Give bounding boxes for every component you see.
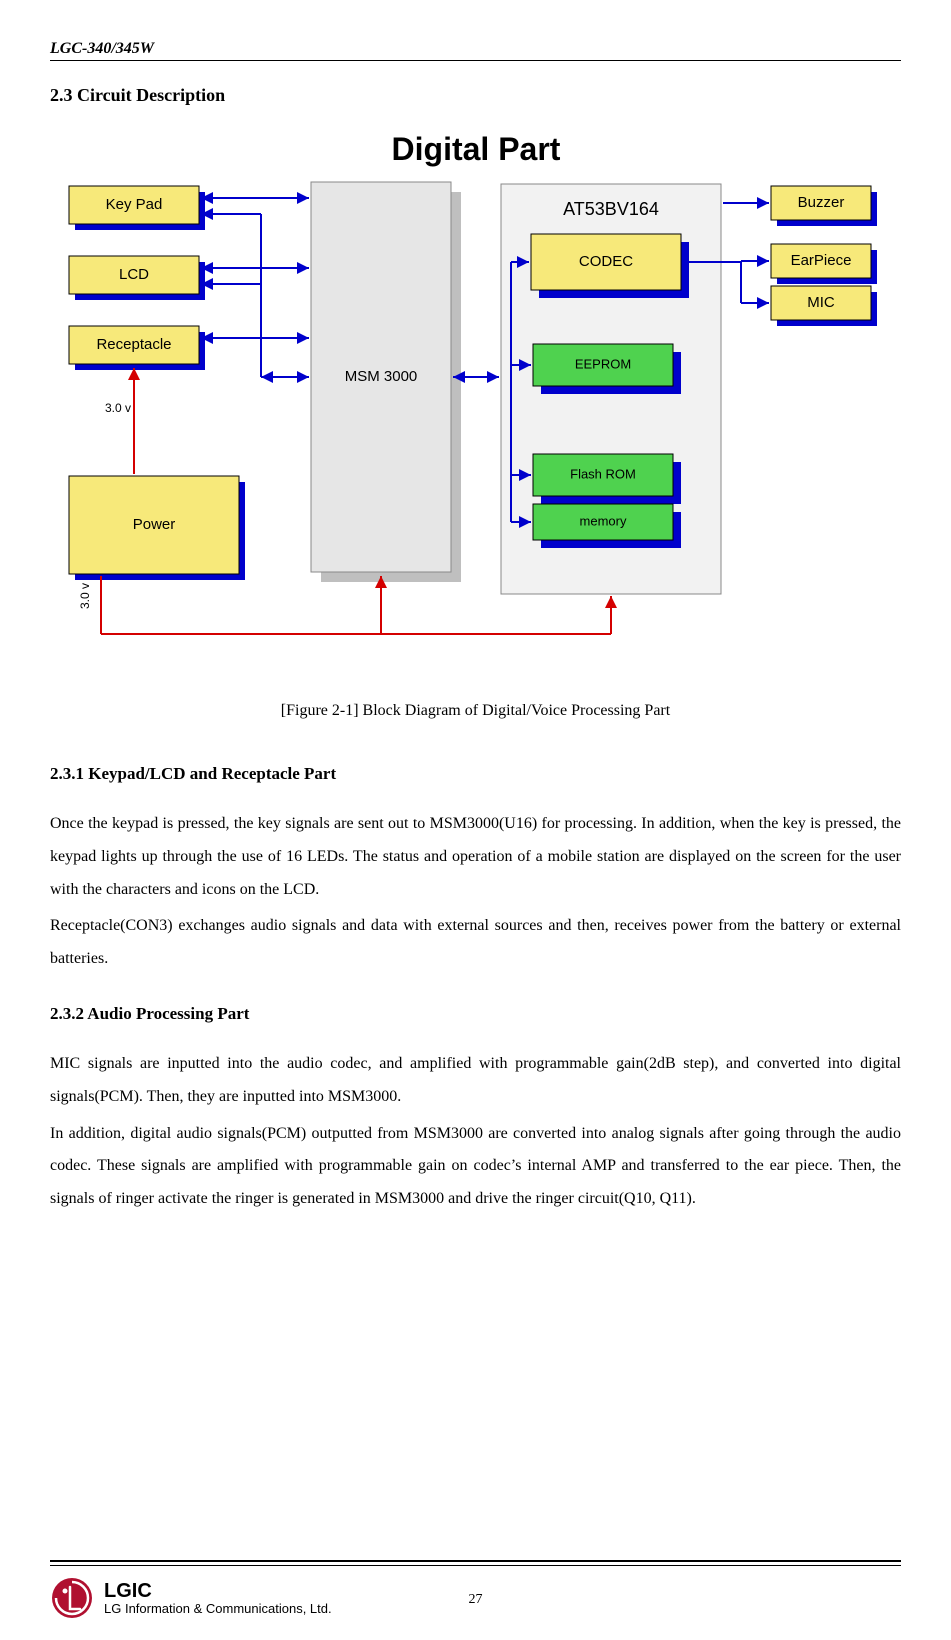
diagram-title: Digital Part — [391, 134, 560, 167]
figure-caption: [Figure 2-1] Block Diagram of Digital/Vo… — [50, 702, 901, 720]
earpiece-box: EarPiece — [790, 252, 851, 269]
footer-lgic: LGIC — [104, 1581, 332, 1601]
page-footer: LGIC LG Information & Communications, Lt… — [50, 1560, 901, 1620]
msm-box: MSM 3000 — [344, 368, 417, 385]
footer-rule-1 — [50, 1560, 901, 1562]
lcd-box: LCD — [118, 266, 148, 283]
codec-box: CODEC — [578, 253, 632, 270]
footer-rule-2 — [50, 1565, 901, 1566]
subsection1-title: 2.3.1 Keypad/LCD and Receptacle Part — [50, 764, 901, 784]
memory-box: memory — [579, 513, 626, 528]
subsection1-p2: Receptacle(CON3) exchanges audio signals… — [50, 910, 901, 976]
mic-box: MIC — [807, 294, 835, 311]
receptacle-box: Receptacle — [96, 336, 171, 353]
flash-box: Flash ROM — [570, 466, 636, 481]
subsection1-body: Once the keypad is pressed, the key sign… — [50, 808, 901, 976]
block-diagram: Digital Part Key Pad LCD Receptacle Powe… — [50, 134, 901, 674]
volt-label-1: 3.0 v — [105, 401, 131, 415]
subsection2-title: 2.3.2 Audio Processing Part — [50, 1004, 901, 1024]
chip-label: AT53BV164 — [563, 199, 659, 219]
power-box: Power — [132, 516, 175, 533]
footer-company: LG Information & Communications, Ltd. — [104, 1601, 332, 1616]
section-title: 2.3 Circuit Description — [50, 85, 901, 106]
buzzer-box: Buzzer — [797, 194, 844, 211]
header-rule — [50, 60, 901, 61]
subsection1-p1: Once the keypad is pressed, the key sign… — [50, 808, 901, 906]
page-number: 27 — [469, 1592, 483, 1608]
keypad-box: Key Pad — [105, 196, 162, 213]
subsection2-p1: MIC signals are inputted into the audio … — [50, 1048, 901, 1114]
subsection2-p2: In addition, digital audio signals(PCM) … — [50, 1118, 901, 1216]
subsection2-body: MIC signals are inputted into the audio … — [50, 1048, 901, 1216]
eeprom-box: EEPROM — [574, 356, 630, 371]
volt-label-2: 3.0 v — [78, 583, 92, 609]
header-model: LGC-340/345W — [50, 40, 901, 58]
lg-logo-icon — [50, 1576, 94, 1620]
